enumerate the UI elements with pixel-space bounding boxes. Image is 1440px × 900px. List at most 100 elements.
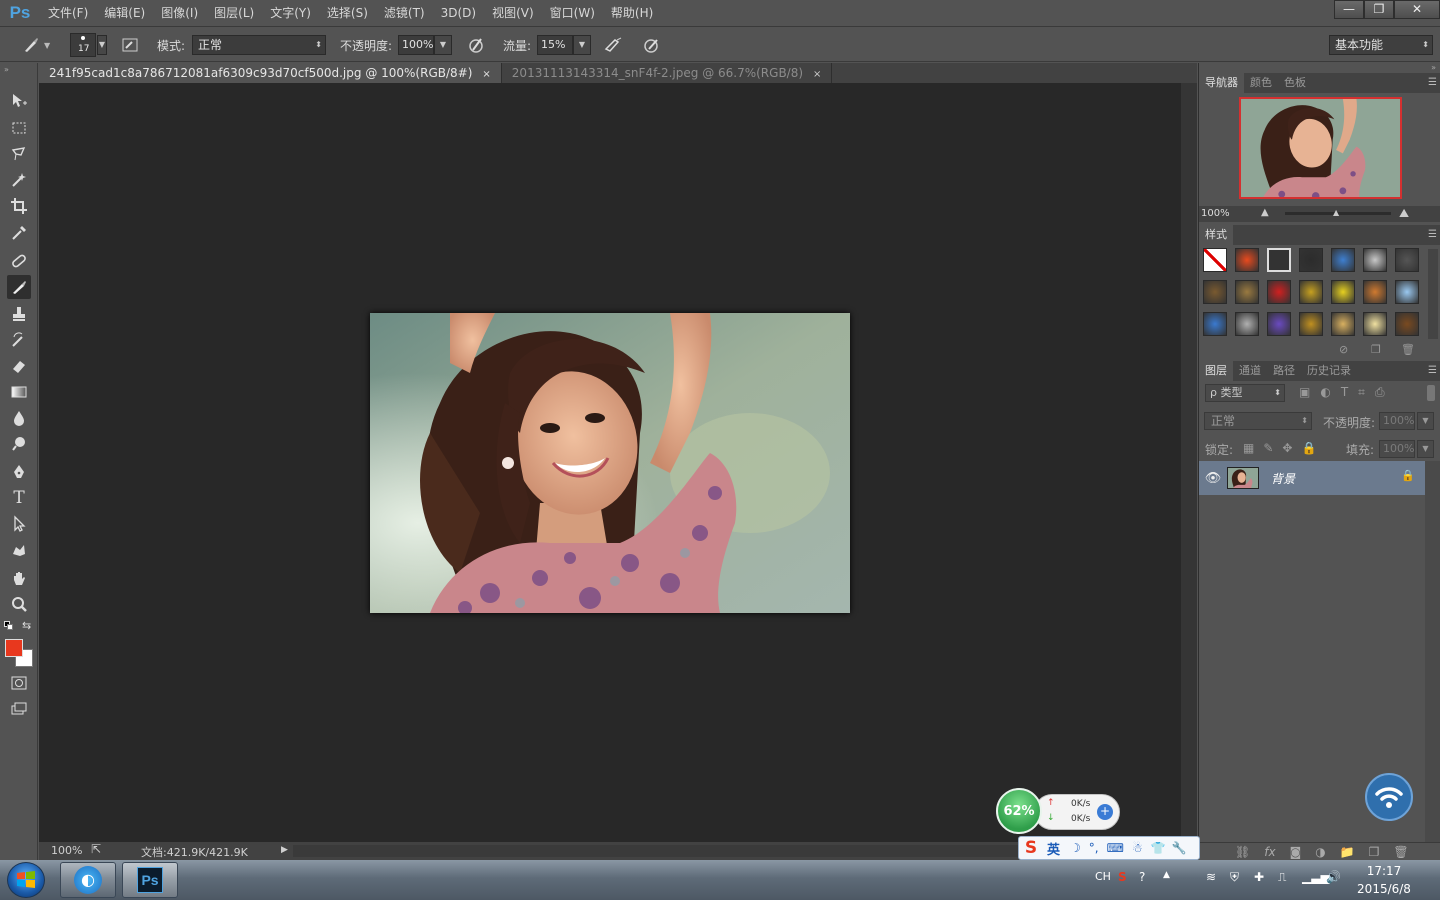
default-colors-icon[interactable] <box>4 621 14 631</box>
style-swatch[interactable] <box>1267 248 1291 272</box>
shirt-icon[interactable]: 👕 <box>1151 841 1166 855</box>
workspace-select[interactable]: 基本功能 ⬍ <box>1329 35 1433 55</box>
close-icon[interactable]: × <box>813 69 821 80</box>
eyedropper-tool[interactable] <box>7 221 31 245</box>
ime-language[interactable]: 英 <box>1047 839 1060 858</box>
filter-toggle[interactable] <box>1427 385 1435 401</box>
new-group-icon[interactable]: 📁 <box>1340 845 1355 859</box>
flow-input[interactable]: 15% <box>537 35 573 55</box>
style-swatch[interactable] <box>1203 312 1227 336</box>
tab-document-1[interactable]: 241f95cad1c8a786712081af6309c93d70cf500d… <box>39 63 502 83</box>
taskbar-photoshop-button[interactable]: Ps <box>122 862 178 898</box>
tab-navigator[interactable]: 导航器 <box>1199 73 1244 93</box>
styles-scrollbar[interactable] <box>1428 249 1438 339</box>
lock-paint-icon[interactable]: ✎ <box>1263 441 1273 455</box>
style-swatch[interactable] <box>1363 312 1387 336</box>
pen-tool[interactable] <box>7 460 31 484</box>
healing-brush-tool[interactable] <box>7 249 31 273</box>
swap-colors-icon[interactable]: ⇆ <box>22 619 31 632</box>
vertical-scrollbar[interactable] <box>1181 83 1197 842</box>
style-swatch[interactable] <box>1235 248 1259 272</box>
tab-swatches[interactable]: 色板 <box>1278 73 1312 93</box>
adjustment-layer-icon[interactable]: ◑ <box>1315 845 1325 859</box>
pressure-size-toggle[interactable] <box>640 28 662 62</box>
clone-stamp-tool[interactable] <box>7 302 31 326</box>
new-style-icon[interactable]: ❐ <box>1371 343 1381 356</box>
tab-document-2[interactable]: 20131113143314_snF4f-2.jpeg @ 66.7%(RGB/… <box>502 63 833 83</box>
magic-wand-tool[interactable] <box>7 168 31 192</box>
export-icon[interactable]: ⇱ <box>91 842 101 856</box>
brush-panel-toggle[interactable] <box>119 28 141 62</box>
style-swatch[interactable] <box>1331 280 1355 304</box>
tab-channels[interactable]: 通道 <box>1233 361 1267 381</box>
tab-color[interactable]: 颜色 <box>1244 73 1278 93</box>
zoom-slider-thumb[interactable]: ▲ <box>1333 208 1339 217</box>
style-swatch[interactable] <box>1395 312 1419 336</box>
type-filter-icon[interactable]: T <box>1341 385 1348 400</box>
taskbar-browser-button[interactable]: ◐ <box>60 862 116 898</box>
style-swatch[interactable] <box>1299 280 1323 304</box>
style-swatch[interactable] <box>1203 248 1227 272</box>
zoom-level[interactable]: 100% <box>51 844 82 857</box>
fx-icon[interactable]: fx <box>1264 845 1275 859</box>
memory-percent[interactable]: 62% <box>996 788 1042 834</box>
new-layer-icon[interactable]: ❐ <box>1369 845 1380 859</box>
zoom-out-icon[interactable]: ▲ <box>1261 207 1269 218</box>
hand-tool[interactable] <box>7 567 31 591</box>
mode-select[interactable]: 正常 ⬍ <box>192 35 326 55</box>
pressure-opacity-toggle[interactable] <box>465 28 487 62</box>
restore-button[interactable]: ❐ <box>1364 0 1394 19</box>
opacity-dropdown[interactable]: ▼ <box>434 35 452 55</box>
moon-icon[interactable]: ☽ <box>1070 841 1081 855</box>
menu-3d[interactable]: 3D(D) <box>433 0 484 27</box>
tray-expand-icon[interactable]: ▲ <box>1163 870 1170 880</box>
keyboard-icon[interactable]: ⌨ <box>1107 841 1124 855</box>
navigator-preview[interactable] <box>1239 97 1402 199</box>
navigator-zoom-value[interactable]: 100% <box>1201 208 1230 219</box>
style-swatch[interactable] <box>1235 312 1259 336</box>
help-icon[interactable]: ? <box>1139 870 1145 884</box>
style-swatch[interactable] <box>1299 248 1323 272</box>
path-selection-tool[interactable] <box>7 512 31 536</box>
style-swatch[interactable] <box>1395 280 1419 304</box>
style-swatch[interactable] <box>1299 312 1323 336</box>
panel-menu-icon[interactable]: ☰ <box>1428 73 1437 93</box>
style-swatch[interactable] <box>1331 312 1355 336</box>
panel-menu-icon[interactable]: ☰ <box>1428 225 1437 245</box>
tab-history[interactable]: 历史记录 <box>1301 361 1357 381</box>
lock-position-icon[interactable]: ✥ <box>1282 441 1292 455</box>
tool-preset-picker[interactable]: ▼ <box>20 28 50 62</box>
move-tool[interactable] <box>7 89 31 113</box>
add-mask-icon[interactable]: ◙ <box>1290 845 1302 859</box>
adjustment-filter-icon[interactable]: ◐ <box>1320 385 1330 400</box>
trash-icon[interactable]: 🗑 <box>1393 845 1408 859</box>
system-clock[interactable]: 17:17 2015/6/8 <box>1354 862 1414 898</box>
airbrush-toggle[interactable] <box>602 28 624 62</box>
sogou-logo-icon[interactable]: S <box>1019 837 1043 859</box>
shield-icon[interactable]: ⛨ <box>1230 870 1239 885</box>
style-swatch[interactable] <box>1203 280 1227 304</box>
menu-filter[interactable]: 滤镜(T) <box>376 0 433 27</box>
user-icon[interactable]: ☃ <box>1132 841 1143 855</box>
menu-image[interactable]: 图像(I) <box>153 0 206 27</box>
document-image[interactable] <box>370 313 850 613</box>
layer-opacity-input[interactable]: 100% <box>1379 412 1415 430</box>
volume-icon[interactable]: 🔊 <box>1326 870 1341 884</box>
tab-paths[interactable]: 路径 <box>1267 361 1301 381</box>
link-layers-icon[interactable]: ⛓ <box>1235 845 1250 859</box>
style-swatch[interactable] <box>1235 280 1259 304</box>
wifi-assistant-bubble[interactable] <box>1365 773 1413 821</box>
sogou-tray-icon[interactable]: S <box>1118 870 1127 884</box>
blur-tool[interactable] <box>7 406 31 430</box>
custom-shape-tool[interactable] <box>7 539 31 563</box>
zoom-tool[interactable] <box>7 593 31 617</box>
history-brush-tool[interactable] <box>7 328 31 352</box>
marquee-tool[interactable] <box>7 116 31 140</box>
brush-tool[interactable] <box>7 275 31 299</box>
menu-help[interactable]: 帮助(H) <box>603 0 661 27</box>
wifi-tray-icon[interactable]: ≋ <box>1206 870 1216 884</box>
opacity-input[interactable]: 100% <box>398 35 434 55</box>
document-canvas[interactable] <box>39 83 1181 842</box>
crop-tool[interactable] <box>7 194 31 218</box>
network-icon[interactable]: ⎍ <box>1278 870 1286 885</box>
